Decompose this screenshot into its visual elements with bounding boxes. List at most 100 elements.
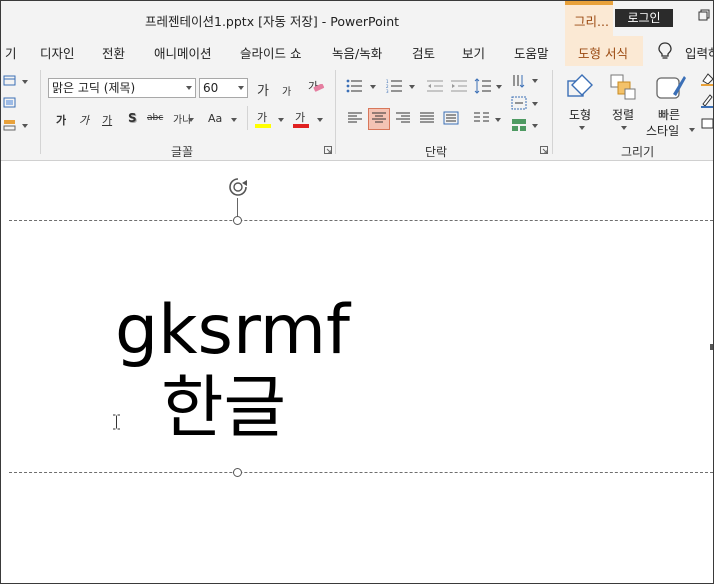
line-spacing-dropdown-arrow[interactable]: [496, 85, 502, 89]
tab-animations[interactable]: 애니메이션: [154, 43, 212, 62]
paragraph-dialog-launcher-icon[interactable]: [540, 146, 548, 154]
ribbon: 맑은 고딕 (제목) 60 가 가 가 가 가 가 S abc 가나 Aa 가 …: [1, 66, 713, 161]
tab-home[interactable]: 기: [5, 43, 17, 62]
align-center-icon: [372, 112, 386, 123]
strikethrough-button[interactable]: abc: [147, 113, 163, 123]
highlight-button[interactable]: 가: [257, 109, 267, 125]
tab-slideshow[interactable]: 슬라이드 쇼: [240, 43, 301, 62]
slide-text-line-2[interactable]: 한글: [161, 371, 286, 447]
change-case-dropdown-arrow[interactable]: [231, 118, 237, 122]
tab-record[interactable]: 녹음/녹화: [332, 43, 382, 62]
textbox-top-border: [9, 220, 713, 221]
align-text-icon[interactable]: [511, 95, 527, 111]
bullets-dropdown-arrow[interactable]: [370, 85, 376, 89]
align-left-icon[interactable]: [348, 112, 362, 124]
resize-handle-right[interactable]: [710, 344, 713, 350]
tab-shape-format[interactable]: 도형 서식: [565, 36, 643, 66]
font-dialog-launcher-icon[interactable]: [324, 146, 332, 154]
columns-icon[interactable]: [474, 112, 490, 124]
shape-effects-icon[interactable]: [701, 116, 713, 130]
eraser-icon: [313, 84, 325, 92]
shapes-dropdown-arrow[interactable]: [579, 126, 585, 130]
tab-review[interactable]: 검토: [412, 43, 435, 62]
login-button[interactable]: 로그인: [615, 9, 673, 27]
restore-window-icon[interactable]: [698, 9, 710, 21]
shapes-icon[interactable]: [565, 72, 595, 102]
font-color-bar: [293, 124, 309, 128]
underline-button[interactable]: 가: [102, 112, 112, 128]
bullets-icon[interactable]: [346, 79, 364, 93]
ibeam-cursor-icon: [113, 414, 120, 430]
columns-dropdown-arrow[interactable]: [495, 118, 501, 122]
shape-outline-icon[interactable]: [701, 94, 713, 108]
arrange-dropdown-arrow[interactable]: [621, 126, 627, 130]
font-color-dropdown-arrow[interactable]: [317, 118, 323, 122]
text-direction-icon[interactable]: [511, 73, 527, 89]
smartart-dropdown-arrow[interactable]: [532, 124, 538, 128]
italic-button[interactable]: 가: [79, 112, 89, 128]
slide-text-line-1[interactable]: gksrmf: [115, 293, 350, 369]
shadow-button[interactable]: S: [128, 111, 137, 125]
font-group-label: 글꼴: [171, 145, 194, 159]
shrink-font-button[interactable]: 가: [282, 83, 291, 98]
layout-dropdown-arrow[interactable]: [22, 80, 28, 84]
section-dropdown-arrow[interactable]: [22, 124, 28, 128]
font-size-dropdown-arrow[interactable]: [238, 86, 244, 90]
contextual-group-label: 그리...: [574, 14, 609, 29]
quick-styles-label-1[interactable]: 빠른: [658, 106, 680, 123]
bold-button[interactable]: 가: [56, 112, 66, 128]
tell-me-box[interactable]: 입력하: [685, 43, 713, 62]
grow-font-button[interactable]: 가: [257, 80, 269, 99]
arrange-icon[interactable]: [608, 72, 638, 102]
tab-shape-format-label: 도형 서식: [578, 46, 628, 61]
drawing-group-label: 그리기: [621, 145, 655, 159]
layout-icon[interactable]: [3, 74, 17, 88]
numbering-dropdown-arrow[interactable]: [409, 85, 415, 89]
char-spacing-dropdown-arrow[interactable]: [188, 118, 194, 122]
increase-indent-icon[interactable]: [450, 79, 468, 93]
align-text-dropdown-arrow[interactable]: [532, 102, 538, 106]
font-color-button[interactable]: 가: [295, 109, 305, 125]
shapes-label[interactable]: 도형: [569, 106, 591, 123]
rotate-connector: [237, 198, 238, 218]
justify-icon[interactable]: [420, 112, 434, 124]
reset-icon[interactable]: [3, 96, 17, 110]
numbering-icon[interactable]: 123: [386, 79, 404, 93]
ribbon-tabs: 기 디자인 전환 애니메이션 슬라이드 쇼 녹음/녹화 검토 보기 도움말 도형…: [1, 36, 713, 66]
distributed-icon[interactable]: [443, 111, 459, 125]
powerpoint-window: 프레젠테이션1.pptx [자동 저장] - PowerPoint 그리... …: [0, 0, 714, 584]
highlight-color-bar: [255, 124, 271, 128]
change-case-button[interactable]: Aa: [208, 112, 222, 125]
contextual-group-header: 그리...: [565, 1, 613, 36]
smartart-icon[interactable]: [511, 117, 527, 133]
font-size-combo[interactable]: 60: [199, 78, 248, 98]
quick-styles-dropdown-arrow[interactable]: [689, 128, 695, 132]
quick-styles-label-2[interactable]: 스타일: [646, 122, 679, 139]
quick-styles-icon[interactable]: [655, 72, 687, 104]
rotate-handle-icon[interactable]: [227, 176, 249, 198]
textbox-bottom-border: [9, 472, 713, 473]
section-icon[interactable]: [3, 118, 17, 132]
highlight-dropdown-arrow[interactable]: [278, 118, 284, 122]
font-name-combo[interactable]: 맑은 고딕 (제목): [48, 78, 196, 98]
font-name-value: 맑은 고딕 (제목): [52, 81, 136, 95]
shape-fill-icon[interactable]: [701, 72, 713, 86]
lightbulb-icon[interactable]: [657, 42, 673, 60]
line-spacing-icon[interactable]: [474, 78, 492, 94]
font-name-dropdown-arrow[interactable]: [186, 86, 192, 90]
decrease-indent-icon[interactable]: [426, 79, 444, 93]
tab-view[interactable]: 보기: [462, 43, 485, 62]
tab-design[interactable]: 디자인: [40, 43, 75, 62]
align-right-icon[interactable]: [396, 112, 410, 124]
title-bar: 프레젠테이션1.pptx [자동 저장] - PowerPoint 그리... …: [1, 1, 713, 36]
resize-handle-bottom[interactable]: [233, 468, 242, 477]
svg-text:3: 3: [386, 89, 389, 93]
arrange-label[interactable]: 정렬: [612, 106, 634, 123]
tab-transitions[interactable]: 전환: [102, 43, 125, 62]
paragraph-group-label: 단락: [425, 145, 448, 159]
slide-canvas[interactable]: gksrmf 한글: [1, 161, 713, 583]
resize-handle-top[interactable]: [233, 216, 242, 225]
tab-help[interactable]: 도움말: [514, 43, 549, 62]
window-title: 프레젠테이션1.pptx [자동 저장] - PowerPoint: [145, 14, 400, 29]
text-direction-dropdown-arrow[interactable]: [532, 79, 538, 83]
